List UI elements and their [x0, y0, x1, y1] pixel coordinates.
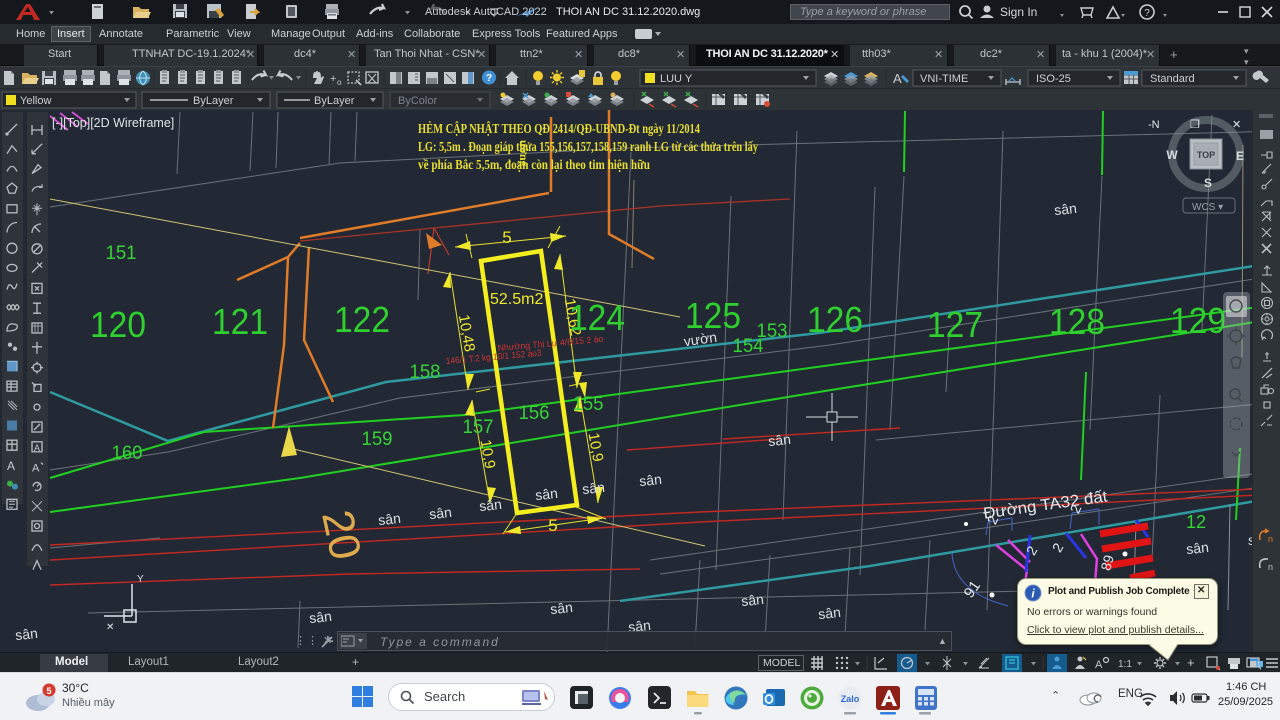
svg-text:?: ? — [1144, 8, 1150, 19]
svg-text:ường: ường — [517, 140, 531, 167]
svg-text:A: A — [7, 459, 15, 473]
svg-text:158: 158 — [410, 362, 441, 383]
svg-text:về phía Bắc 5,5m, đoạn còn lại: về phía Bắc 5,5m, đoạn còn lại theo tim … — [418, 158, 650, 173]
svg-text:160: 160 — [112, 443, 143, 464]
svg-text:✕: ✕ — [1232, 119, 1241, 131]
svg-text:-N: -N — [1148, 119, 1160, 131]
svg-text:1:1: 1:1 — [1118, 659, 1132, 670]
svg-text:+: + — [1187, 655, 1195, 670]
svg-text:5: 5 — [46, 686, 51, 696]
svg-text:Yellow: Yellow — [20, 95, 51, 107]
svg-text:12: 12 — [1186, 512, 1206, 532]
svg-text:Y: Y — [137, 574, 144, 585]
svg-text:A: A — [32, 463, 40, 475]
svg-text:sân: sân — [377, 510, 401, 528]
svg-text:154: 154 — [733, 336, 764, 357]
svg-text:129: 129 — [1170, 300, 1226, 341]
svg-text:sân: sân — [1053, 200, 1077, 218]
svg-text:ByLayer: ByLayer — [193, 95, 234, 107]
svg-text:159: 159 — [362, 429, 393, 450]
svg-text:A: A — [1095, 659, 1103, 671]
svg-text:n: n — [1268, 534, 1273, 544]
svg-text:ByColor: ByColor — [398, 95, 437, 107]
svg-text:E: E — [1236, 149, 1244, 163]
svg-text:ByLayer: ByLayer — [314, 95, 355, 107]
svg-text:Zalo: Zalo — [841, 694, 860, 704]
svg-text:121: 121 — [212, 301, 268, 342]
svg-text:n: n — [1268, 562, 1273, 572]
svg-text:S: S — [1204, 176, 1212, 190]
svg-text:sân: sân — [817, 604, 841, 622]
svg-text:?: ? — [486, 73, 492, 84]
svg-text:LG: 5,5m . Đoạn giáp thửa 155,: LG: 5,5m . Đoạn giáp thửa 155,156,157,15… — [418, 140, 758, 155]
svg-text:sân: sân — [638, 471, 662, 489]
svg-text:A: A — [893, 71, 902, 86]
svg-text:ISO-25: ISO-25 — [1036, 73, 1071, 85]
svg-text:124: 124 — [569, 297, 625, 338]
svg-text:[-][Top][2D Wireframe]: [-][Top][2D Wireframe] — [52, 116, 174, 130]
svg-text:122: 122 — [334, 299, 390, 340]
svg-text:A: A — [34, 443, 40, 453]
svg-text:sân: sân — [534, 485, 558, 503]
svg-text:sân: sân — [549, 599, 573, 617]
svg-text:127: 127 — [927, 304, 983, 345]
svg-text:Standard: Standard — [1150, 73, 1195, 85]
svg-text:151: 151 — [106, 243, 137, 264]
svg-text:sân: sân — [1185, 539, 1209, 557]
svg-text:156: 156 — [519, 403, 550, 424]
svg-text:✕: ✕ — [106, 622, 114, 633]
svg-text:126: 126 — [807, 299, 863, 340]
svg-text:128: 128 — [1049, 301, 1105, 342]
svg-text:157: 157 — [463, 417, 494, 438]
svg-text:+: + — [330, 73, 336, 85]
svg-text:5: 5 — [548, 516, 557, 535]
svg-text:sân: sân — [428, 504, 452, 522]
svg-text:VNI-TIME: VNI-TIME — [920, 73, 968, 85]
svg-text:120: 120 — [90, 304, 146, 345]
svg-text:WCS ▾: WCS ▾ — [1192, 202, 1223, 213]
svg-text:5: 5 — [502, 228, 511, 247]
svg-text:TOP: TOP — [1197, 150, 1215, 160]
svg-text:20: 20 — [312, 506, 370, 564]
svg-text:52.5m2: 52.5m2 — [490, 291, 543, 308]
svg-text:sân: sân — [581, 479, 605, 497]
svg-text:sân: sân — [308, 608, 332, 626]
svg-text:sân: sân — [767, 431, 791, 449]
svg-text:o: o — [337, 78, 342, 87]
svg-text:sân: sân — [478, 496, 502, 514]
svg-text:HẺM CẬP NHẬT THEO QĐ 2414/QĐ-U: HẺM CẬP NHẬT THEO QĐ 2414/QĐ-UBND-Đt ngà… — [418, 120, 700, 137]
svg-text:LUU Y: LUU Y — [660, 73, 693, 85]
svg-text:W: W — [1166, 148, 1178, 162]
svg-text:❐: ❐ — [1190, 119, 1200, 131]
svg-text:sân: sân — [740, 591, 764, 609]
svg-text:155: 155 — [573, 394, 604, 415]
